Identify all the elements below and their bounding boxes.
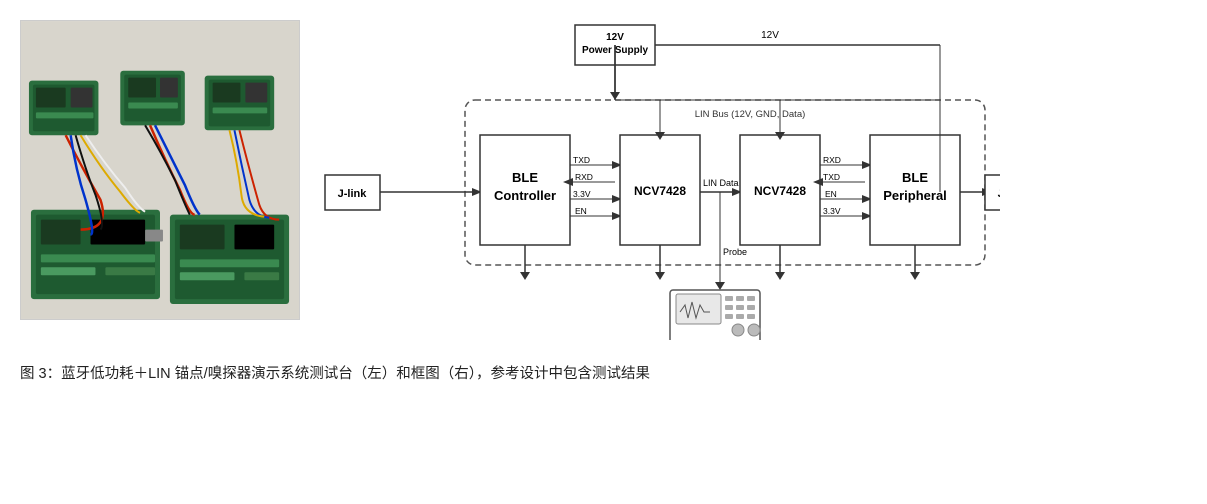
svg-text:J-link: J-link — [998, 188, 1000, 200]
svg-text:Peripheral: Peripheral — [883, 188, 947, 203]
diagram-section: 12V Power Supply 12V LIN Bus (12V, GND, … — [320, 20, 1187, 345]
svg-text:BLE: BLE — [512, 170, 538, 185]
svg-text:12V: 12V — [761, 30, 779, 41]
svg-text:NCV7428: NCV7428 — [754, 184, 806, 198]
svg-text:Probe: Probe — [723, 247, 747, 257]
svg-text:LIN Bus (12V, GND, Data): LIN Bus (12V, GND, Data) — [695, 109, 806, 120]
svg-text:EN: EN — [575, 206, 587, 216]
hardware-photo — [20, 20, 300, 320]
caption-text: 图 3：蓝牙低功耗＋LIN 锚点/嗅探器演示系统测试台（左）和框图（右），参考设… — [20, 366, 650, 382]
svg-text:J-link: J-link — [338, 188, 368, 200]
caption: 图 3：蓝牙低功耗＋LIN 锚点/嗅探器演示系统测试台（左）和框图（右），参考设… — [20, 363, 1187, 386]
svg-text:RXD: RXD — [575, 172, 593, 182]
svg-text:3.3V: 3.3V — [573, 189, 591, 199]
svg-text:Controller: Controller — [494, 188, 556, 203]
svg-text:12V: 12V — [606, 32, 624, 43]
svg-text:EN: EN — [825, 189, 837, 199]
svg-text:NCV7428: NCV7428 — [634, 184, 686, 198]
svg-text:BLE: BLE — [902, 170, 928, 185]
diagram-svg: 12V Power Supply 12V LIN Bus (12V, GND, … — [320, 20, 1000, 340]
svg-text:LIN Data: LIN Data — [703, 178, 739, 188]
svg-text:RXD: RXD — [823, 155, 841, 165]
svg-text:TXD: TXD — [823, 172, 840, 182]
main-content: 12V Power Supply 12V LIN Bus (12V, GND, … — [20, 20, 1187, 345]
svg-text:3.3V: 3.3V — [823, 206, 841, 216]
svg-text:TXD: TXD — [573, 155, 590, 165]
photo-section — [20, 20, 300, 320]
photo-svg — [21, 20, 299, 320]
